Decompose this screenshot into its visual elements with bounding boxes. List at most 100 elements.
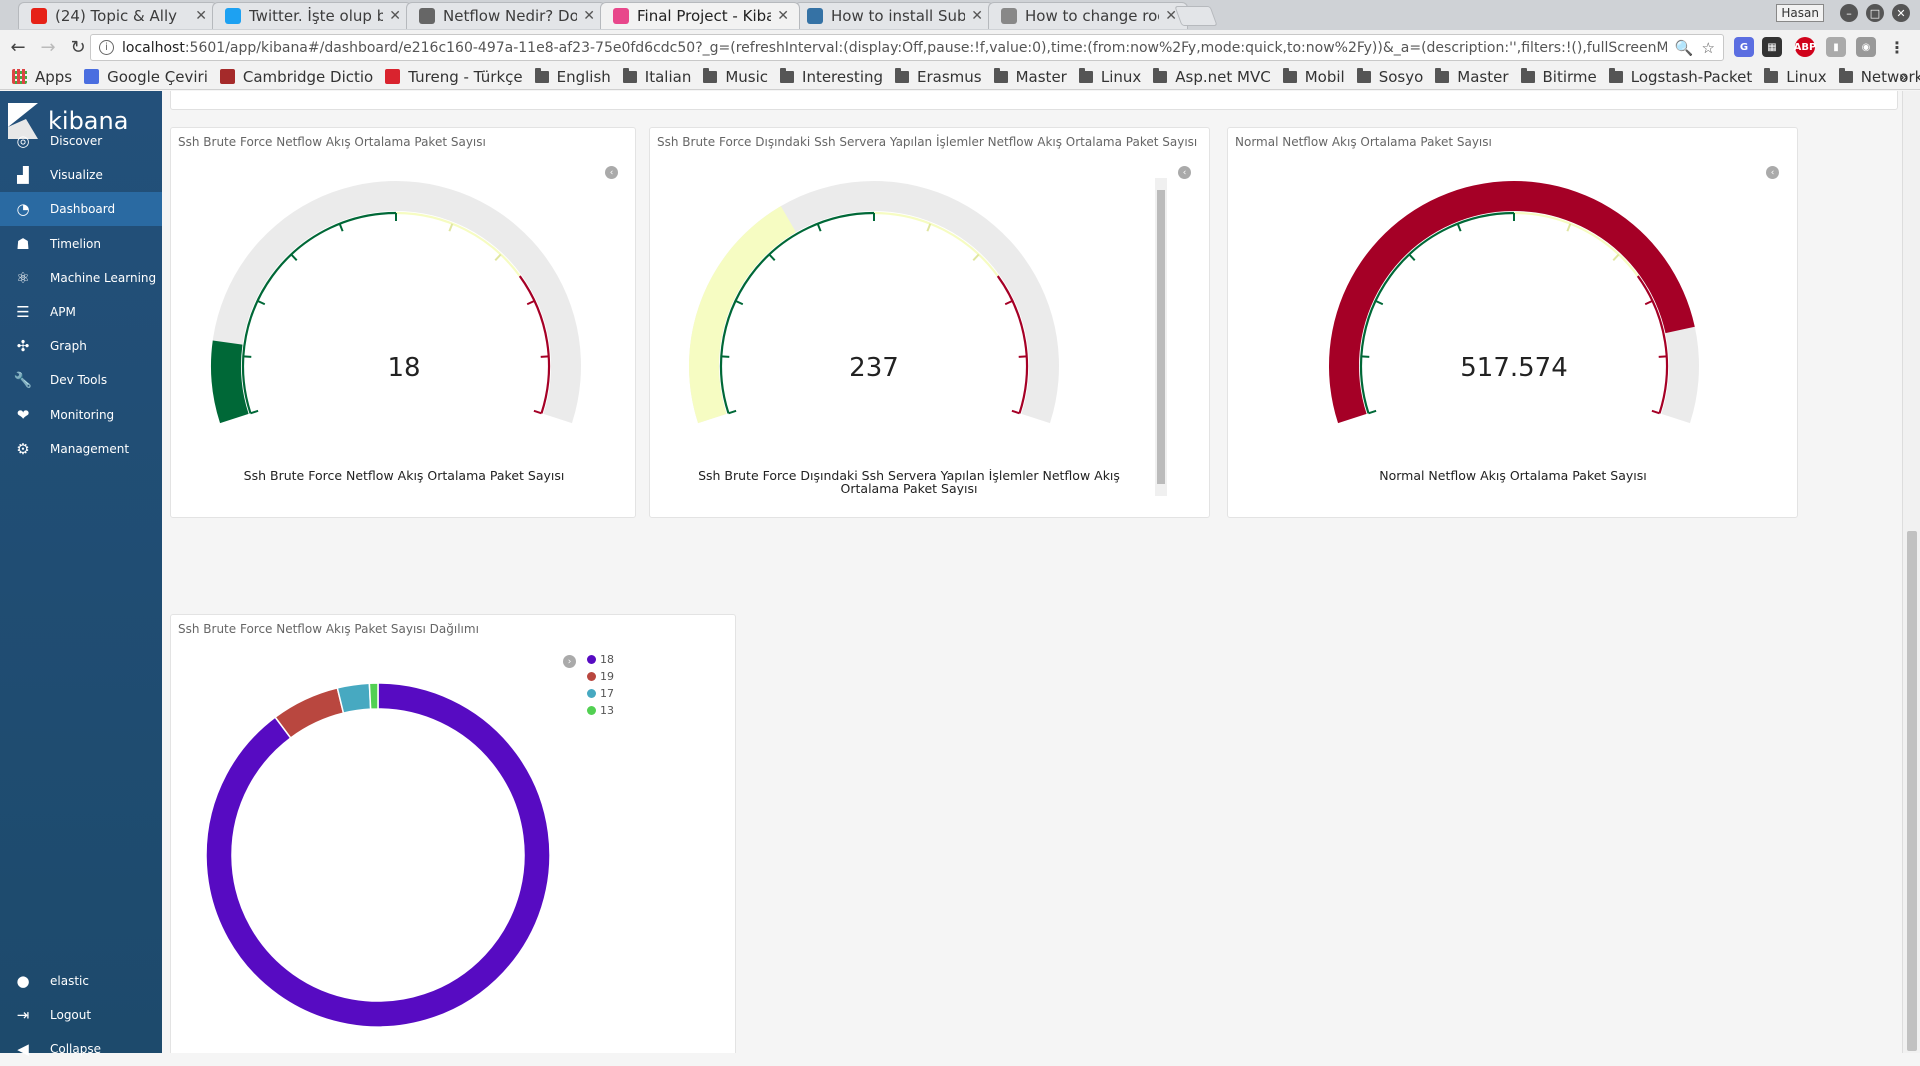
legend-label: 17 xyxy=(600,687,614,700)
extension-icon[interactable]: ◉ xyxy=(1856,37,1876,57)
browser-tab[interactable]: Netflow Nedir? Doc ✕ xyxy=(406,2,606,29)
sidebar-item-label: Monitoring xyxy=(50,407,115,422)
bookmark-item[interactable]: Linux xyxy=(1764,67,1827,86)
browser-tab[interactable]: Twitter. İşte olup bit ✕ xyxy=(212,2,412,29)
extension-icon[interactable]: ▮ xyxy=(1826,37,1846,57)
sidebar-item-label: Dashboard xyxy=(50,202,116,217)
machine-learning-icon: ⚛ xyxy=(16,268,30,287)
sidebar-item-visualize[interactable]: ▟ Visualize xyxy=(0,158,162,192)
address-bar[interactable]: i localhost:5601/app/kibana#/dashboard/e… xyxy=(90,34,1724,61)
forward-icon[interactable]: → xyxy=(36,35,60,59)
sidebar-item-label: Machine Learning xyxy=(50,270,157,285)
donut-slice-17 xyxy=(336,682,372,715)
bar-chart-icon: ▟ xyxy=(17,166,29,185)
bookmark-item[interactable]: English xyxy=(534,67,611,86)
legend-swatch xyxy=(587,655,596,664)
folder-icon xyxy=(895,67,910,83)
bookmark-star-icon[interactable]: ☆ xyxy=(1702,39,1715,57)
gauge-value: 18 xyxy=(387,353,421,383)
maximize-icon[interactable]: □ xyxy=(1866,4,1884,22)
minimize-icon[interactable]: – xyxy=(1840,4,1858,22)
bookmark-label: Master xyxy=(1457,67,1509,86)
close-tab-icon[interactable]: ✕ xyxy=(195,8,207,24)
sidebar-item-discover[interactable]: ◎ Discover xyxy=(0,124,162,158)
legend-toggle-icon[interactable]: › xyxy=(563,655,576,668)
bookmark-item[interactable]: Interesting xyxy=(780,67,883,86)
gauge-panel-normal[interactable]: Normal Netflow Akış Ortalama Paket Sayıs… xyxy=(1227,127,1798,518)
back-icon[interactable]: ← xyxy=(6,35,30,59)
gauge-label: Ssh Brute Force Dışındaki Ssh Servera Ya… xyxy=(698,469,1120,495)
site-info-icon[interactable]: i xyxy=(99,40,114,55)
sidebar-item-apm[interactable]: ☰ APM xyxy=(0,295,162,329)
sidebar-item-timelion[interactable]: ☗ Timelion xyxy=(0,227,162,261)
bookmark-item[interactable]: Apps xyxy=(12,68,72,86)
reload-icon[interactable]: ↻ xyxy=(66,35,90,59)
bookmark-item[interactable]: Tureng - Türkçe xyxy=(385,68,523,86)
gauge-panel-brute-force[interactable]: Ssh Brute Force Netflow Akış Ortalama Pa… xyxy=(170,127,636,518)
menu-icon[interactable]: ⋮ xyxy=(1887,37,1907,57)
gauge-panel-other-ssh[interactable]: Ssh Brute Force Dışındaki Ssh Servera Ya… xyxy=(649,127,1210,518)
adblock-extension-icon[interactable]: ABP xyxy=(1794,37,1816,57)
profile-button[interactable]: Hasan xyxy=(1776,4,1824,22)
sidebar-item-dashboard[interactable]: ◔ Dashboard xyxy=(0,192,162,227)
close-tab-icon[interactable]: ✕ xyxy=(971,8,983,24)
apps-icon xyxy=(12,69,27,84)
close-tab-icon[interactable]: ✕ xyxy=(777,8,789,24)
bookmark-label: Cambridge Dictio xyxy=(242,67,374,86)
folder-icon xyxy=(993,67,1008,83)
bookmarks-overflow-icon[interactable]: » xyxy=(1899,68,1908,86)
bookmark-item[interactable]: Bitirme xyxy=(1520,67,1597,86)
browser-tab[interactable]: Final Project - Kibana ✕ xyxy=(600,2,800,29)
zoom-icon[interactable]: 🔍 xyxy=(1675,39,1694,57)
browser-tab[interactable]: How to change root ✕ xyxy=(988,2,1188,29)
donut-slice-13 xyxy=(368,682,379,710)
close-window-icon[interactable]: ✕ xyxy=(1892,4,1910,22)
bookmark-label: Bitirme xyxy=(1542,67,1597,86)
sidebar-item-dev-tools[interactable]: 🔧 Dev Tools xyxy=(0,363,162,397)
bookmark-item[interactable]: Master xyxy=(993,67,1067,86)
bookmark-item[interactable]: Master xyxy=(1435,67,1509,86)
sidebar-item-elastic[interactable]: ● elastic xyxy=(0,964,162,998)
page-scrollbar[interactable] xyxy=(1902,91,1920,1053)
panel-scrollbar[interactable] xyxy=(1155,178,1167,496)
bookmark-item[interactable]: Music xyxy=(703,67,768,86)
sidebar-item-label: Logout xyxy=(50,1008,92,1023)
gauge-tick xyxy=(257,299,266,306)
tab-favicon-icon xyxy=(31,8,47,24)
legend-item[interactable]: 18 xyxy=(587,651,614,668)
pie-panel-distribution[interactable]: Ssh Brute Force Netflow Akış Paket Sayıs… xyxy=(170,614,736,1053)
bookmark-label: Mobil xyxy=(1304,67,1345,86)
bookmark-label: Erasmus xyxy=(917,67,982,86)
legend-item[interactable]: 13 xyxy=(587,702,614,719)
bookmark-label: Google Çeviri xyxy=(107,67,208,86)
bookmark-item[interactable]: Logstash-Packet xyxy=(1608,67,1752,86)
gauge-tick xyxy=(243,355,252,358)
sidebar-item-logout[interactable]: ⇥ Logout xyxy=(0,998,162,1032)
bookmark-item[interactable]: Asp.net MVC xyxy=(1153,67,1271,86)
close-tab-icon[interactable]: ✕ xyxy=(389,8,401,24)
legend-item[interactable]: 19 xyxy=(587,668,614,685)
sidebar-item-monitoring[interactable]: ❤ Monitoring xyxy=(0,398,162,432)
legend-item[interactable]: 17 xyxy=(587,685,614,702)
tab-favicon-icon xyxy=(613,8,629,24)
close-tab-icon[interactable]: ✕ xyxy=(583,8,595,24)
sidebar-item-label: APM xyxy=(50,305,76,319)
gauge-value-arc xyxy=(1329,181,1695,424)
sidebar-item-management[interactable]: ⚙ Management xyxy=(0,432,162,466)
bookmark-item[interactable]: Italian xyxy=(622,67,691,86)
bookmark-item[interactable]: Sosyo xyxy=(1356,67,1423,86)
new-tab-button[interactable] xyxy=(1174,6,1218,26)
bookmark-item[interactable]: Cambridge Dictio xyxy=(219,67,374,86)
gauge-tick xyxy=(972,253,980,261)
browser-tab[interactable]: (24) Topic & Ally ✕ xyxy=(18,2,218,29)
sidebar-item-collapse[interactable]: ◀ Collapse xyxy=(0,1032,162,1066)
bookmark-item[interactable]: Erasmus xyxy=(895,67,982,86)
bookmark-item[interactable]: Linux xyxy=(1078,67,1141,86)
apps-grid-extension-icon[interactable]: ▦ xyxy=(1762,37,1782,57)
bookmark-item[interactable]: Google Çeviri xyxy=(84,68,208,86)
sidebar-item-machine-learning[interactable]: ⚛ Machine Learning xyxy=(0,261,162,295)
bookmark-item[interactable]: Mobil xyxy=(1282,67,1345,86)
sidebar-item-graph[interactable]: ✣ Graph xyxy=(0,329,162,363)
translate-extension-icon[interactable]: G xyxy=(1734,37,1754,57)
browser-tab[interactable]: How to install Sublim ✕ xyxy=(794,2,994,29)
